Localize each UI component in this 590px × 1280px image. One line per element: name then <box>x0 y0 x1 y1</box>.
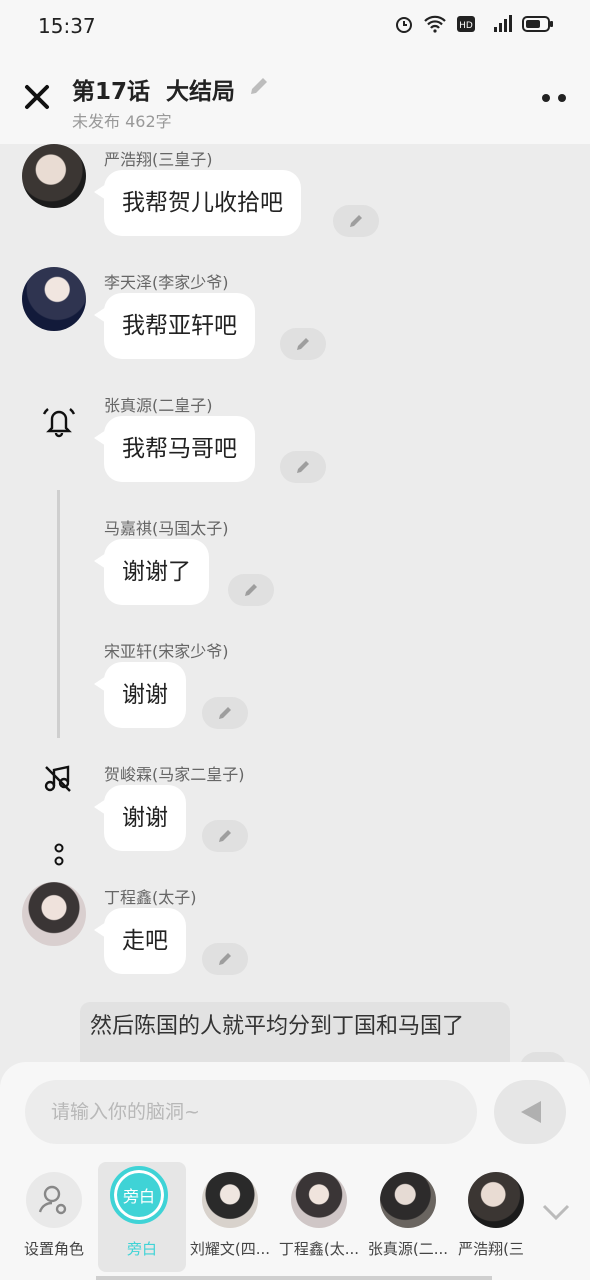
character-name: 丁程鑫(太子) <box>104 888 197 907</box>
edit-message-pencil-icon[interactable] <box>202 697 248 729</box>
edit-message-pencil-icon[interactable] <box>333 205 379 237</box>
float-toolbar-divider <box>57 490 60 738</box>
role-label: 设置角色 <box>23 1240 84 1258</box>
composer-panel: 请输入你的脑洞~ 设置角色 旁白 旁白 刘耀文(四... 丁程鑫(太... 张真… <box>0 1062 590 1280</box>
set-role-icon <box>26 1172 82 1228</box>
send-icon <box>521 1101 541 1123</box>
chat-area[interactable]: 严浩翔(三皇子) 我帮贺儿收拾吧 李天泽(李家少爷) 我帮亚轩吧 张真源(二皇子… <box>0 144 590 1074</box>
role-selector: 设置角色 旁白 旁白 刘耀文(四... 丁程鑫(太... 张真源(二... 严浩… <box>0 1162 590 1272</box>
svg-text:HD: HD <box>459 21 473 31</box>
edit-message-pencil-icon[interactable] <box>280 328 326 360</box>
role-character[interactable]: 张真源(二... <box>364 1162 452 1272</box>
avatar <box>291 1172 347 1228</box>
send-button[interactable] <box>494 1080 566 1144</box>
role-label: 刘耀文(四... <box>189 1240 271 1258</box>
story-header: 第17话 大结局 未发布 462字 <box>0 52 590 144</box>
bell-icon[interactable] <box>40 404 78 438</box>
narrator-badge: 旁白 <box>110 1166 168 1224</box>
message-bubble[interactable]: 谢谢 <box>94 662 186 728</box>
avatar[interactable] <box>22 144 86 208</box>
status-icons: HD <box>394 14 554 34</box>
avatar[interactable] <box>22 882 86 946</box>
edit-message-pencil-icon[interactable] <box>202 820 248 852</box>
character-name: 贺峻霖(马家二皇子) <box>104 765 245 784</box>
avatar <box>468 1172 524 1228</box>
character-name: 李天泽(李家少爷) <box>104 273 229 292</box>
close-icon[interactable] <box>22 82 52 112</box>
character-name: 张真源(二皇子) <box>104 396 213 415</box>
avatar <box>202 1172 258 1228</box>
message-bubble[interactable]: 我帮贺儿收拾吧 <box>94 170 301 236</box>
message-bubble[interactable]: 走吧 <box>94 908 186 974</box>
episode-title: 第17话 大结局 <box>72 79 236 105</box>
more-vertical-icon[interactable] <box>52 842 66 868</box>
edit-title-pencil-icon[interactable] <box>247 74 271 98</box>
role-label: 丁程鑫(太... <box>278 1240 360 1258</box>
music-off-icon[interactable] <box>43 764 73 794</box>
character-name: 严浩翔(三皇子) <box>104 150 213 169</box>
character-name: 马嘉祺(马国太子) <box>104 519 229 538</box>
role-label: 张真源(二... <box>367 1240 449 1258</box>
message-bubble[interactable]: 我帮马哥吧 <box>94 416 255 482</box>
avatar <box>380 1172 436 1228</box>
role-label: 旁白 <box>126 1240 157 1258</box>
status-bar: 15:37 HD <box>0 0 590 52</box>
signal-icon <box>494 15 512 32</box>
edit-message-pencil-icon[interactable] <box>202 943 248 975</box>
alarm-icon <box>396 17 412 33</box>
role-character[interactable]: 严浩翔(三 <box>452 1162 530 1272</box>
episode-subtitle: 未发布 462字 <box>72 112 172 131</box>
role-scroll-indicator <box>96 1276 492 1280</box>
role-label: 严浩翔(三 <box>458 1240 524 1258</box>
chevron-down-icon[interactable] <box>540 1202 572 1222</box>
wifi-icon <box>424 15 446 33</box>
edit-message-pencil-icon[interactable] <box>280 451 326 483</box>
avatar[interactable] <box>22 267 86 331</box>
hd-icon: HD <box>457 16 475 32</box>
role-narrator[interactable]: 旁白 旁白 <box>98 1162 186 1272</box>
message-bubble[interactable]: 谢谢了 <box>94 539 209 605</box>
message-bubble[interactable]: 谢谢 <box>94 785 186 851</box>
role-character[interactable]: 刘耀文(四... <box>186 1162 274 1272</box>
idea-input[interactable]: 请输入你的脑洞~ <box>25 1080 477 1144</box>
battery-icon <box>522 16 553 32</box>
message-bubble[interactable]: 我帮亚轩吧 <box>94 293 255 359</box>
character-name: 宋亚轩(宋家少爷) <box>104 642 229 661</box>
edit-message-pencil-icon[interactable] <box>228 574 274 606</box>
role-set-characters[interactable]: 设置角色 <box>10 1162 98 1272</box>
more-menu-icon[interactable] <box>542 94 566 102</box>
status-time: 15:37 <box>38 14 96 38</box>
role-character[interactable]: 丁程鑫(太... <box>275 1162 363 1272</box>
